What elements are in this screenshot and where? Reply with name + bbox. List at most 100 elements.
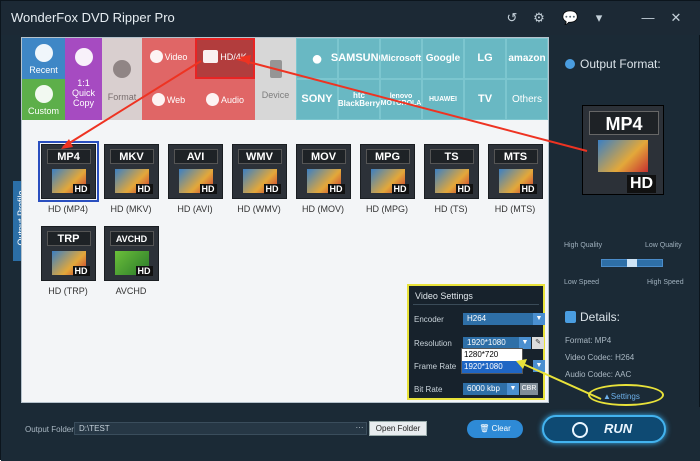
encoder-select[interactable]: H264 xyxy=(463,313,533,325)
chevron-down-icon[interactable]: ▼ xyxy=(533,360,545,372)
format-hd-ts[interactable]: TS HD HD (TS) xyxy=(421,144,481,214)
frame-rate-label: Frame Rate xyxy=(414,362,457,371)
hd-badge: HD xyxy=(263,184,281,194)
format-hd-mkv[interactable]: MKV HD HD (MKV) xyxy=(101,144,161,214)
title-bar: WonderFox DVD Ripper Pro ↺ ⚙ 💬 ▾ — ✕ xyxy=(1,1,700,35)
output-format-image[interactable]: MP4 HD xyxy=(582,105,664,195)
brand-microsoft[interactable]: Microsoft xyxy=(380,38,422,79)
category-quick-copy[interactable]: 1:1 Quick Copy xyxy=(65,38,102,120)
output-hd-badge: HD xyxy=(627,175,657,193)
minimize-button[interactable]: — xyxy=(641,11,655,25)
browse-button[interactable]: ··· xyxy=(352,422,367,435)
category-hd-4k-label: HD/4K xyxy=(220,52,247,62)
format-hd-mp4[interactable]: MP4 HD HD (MP4) xyxy=(37,141,99,214)
clear-button[interactable]: 🗑 Clear xyxy=(467,420,523,438)
bit-rate-label: Bit Rate xyxy=(414,385,443,394)
resolution-option[interactable]: 1280*720 xyxy=(462,349,522,361)
format-tag: MP4 xyxy=(46,149,91,164)
brand-sony[interactable]: SONY xyxy=(296,79,338,120)
resolution-option-selected[interactable]: 1920*1080 xyxy=(462,361,522,373)
format-label: AVCHD xyxy=(115,286,147,296)
details-icon xyxy=(565,311,576,323)
format-hd-wmv[interactable]: WMV HD HD (WMV) xyxy=(229,144,289,214)
brand-others[interactable]: Others xyxy=(506,79,548,120)
format-label: HD (TRP) xyxy=(48,286,88,296)
chevron-down-icon[interactable]: ▼ xyxy=(507,383,519,395)
category-device[interactable]: Device xyxy=(255,38,296,120)
format-hd-mov[interactable]: MOV HD HD (MOV) xyxy=(293,144,353,214)
brand-lg[interactable]: LG xyxy=(464,38,506,79)
hd-badge: HD xyxy=(391,184,409,194)
output-format-tag: MP4 xyxy=(589,111,659,135)
hd-badge: HD xyxy=(135,266,153,276)
slider-knob[interactable] xyxy=(627,259,637,267)
chevron-down-icon[interactable]: ▼ xyxy=(533,313,545,325)
format-hd-avi[interactable]: AVI HD HD (AVI) xyxy=(165,144,225,214)
format-hd-mts[interactable]: MTS HD HD (MTS) xyxy=(485,144,545,214)
format-thumb: TRP HD xyxy=(40,226,96,281)
category-audio[interactable]: Audio xyxy=(195,79,255,120)
format-hd-mpg[interactable]: MPG HD HD (MPG) xyxy=(357,144,417,214)
resolution-dropdown-list: 1280*720 1920*1080 xyxy=(461,348,523,374)
category-custom[interactable]: Custom xyxy=(22,79,65,120)
apple-icon: ● xyxy=(310,47,324,70)
app-title: WonderFox DVD Ripper Pro xyxy=(11,10,175,25)
format-thumb: MOV HD xyxy=(295,144,351,199)
format-label: HD (WMV) xyxy=(237,204,281,214)
format-tag: MTS xyxy=(493,149,538,164)
high-speed-label: High Speed xyxy=(647,279,684,286)
category-format-label: Format xyxy=(107,92,137,102)
bit-rate-select[interactable]: 6000 kbp xyxy=(463,383,509,395)
gear-icon xyxy=(34,85,53,103)
close-button[interactable]: ✕ xyxy=(669,11,683,25)
divider xyxy=(413,304,539,305)
format-tag: MKV xyxy=(109,149,154,164)
settings-gear-icon[interactable]: ⚙ xyxy=(532,11,546,25)
run-label: RUN xyxy=(604,421,633,436)
format-label: HD (MTS) xyxy=(494,204,536,214)
settings-highlight xyxy=(588,384,664,406)
format-tag: MPG xyxy=(365,149,410,164)
detail-video-codec: Video Codec: H264 xyxy=(565,353,635,362)
detail-format: Format: MP4 xyxy=(565,336,612,345)
output-folder-label: Output Folder: xyxy=(25,425,77,434)
format-avchd[interactable]: AVCHD HD AVCHD xyxy=(101,226,161,296)
run-button[interactable]: RUN xyxy=(542,415,666,443)
headphones-icon xyxy=(205,93,219,106)
brand-tv[interactable]: TV xyxy=(464,79,506,120)
output-folder-input[interactable]: D:\TEST xyxy=(74,422,367,435)
format-thumb: MP4 HD xyxy=(37,141,99,202)
category-quick-copy-label: 1:1 Quick Copy xyxy=(71,78,95,108)
category-video[interactable]: Video xyxy=(142,38,195,79)
category-web[interactable]: Web xyxy=(142,79,195,120)
brand-lenovo-motorola[interactable]: lenovo MOTOROLA xyxy=(380,79,422,120)
format-thumb: MPG HD xyxy=(359,144,415,199)
open-folder-button[interactable]: Open Folder xyxy=(369,421,427,436)
run-icon xyxy=(572,422,588,438)
globe-icon xyxy=(151,93,165,106)
quality-slider[interactable] xyxy=(601,259,663,267)
film-reel-icon xyxy=(598,140,648,172)
category-video-label: Video xyxy=(164,52,188,62)
format-label: HD (MPG) xyxy=(366,204,408,214)
brand-htc-blackberry[interactable]: htc BlackBerry xyxy=(338,79,380,120)
output-format-icon xyxy=(565,59,575,69)
brand-samsung[interactable]: SAMSUNG xyxy=(331,38,387,79)
brand-amazon[interactable]: amazon xyxy=(506,38,548,79)
brand-huawei[interactable]: HUAWEI xyxy=(422,79,464,120)
format-thumb: MTS HD xyxy=(487,144,543,199)
category-recent[interactable]: Recent xyxy=(22,38,65,79)
format-tag: AVI xyxy=(173,149,218,164)
category-format[interactable]: Format xyxy=(102,38,142,120)
edit-icon[interactable]: ✎ xyxy=(532,337,544,349)
cbr-toggle[interactable]: CBR xyxy=(520,383,538,395)
refresh-icon[interactable]: ↺ xyxy=(505,11,519,25)
feedback-icon[interactable]: 💬 xyxy=(562,11,578,25)
format-hd-trp[interactable]: TRP HD HD (TRP) xyxy=(38,226,98,296)
trash-icon: 🗑 xyxy=(479,424,492,433)
hd-badge: HD xyxy=(72,184,90,194)
brand-google[interactable]: Google xyxy=(422,38,464,79)
category-hd-4k[interactable]: HD/4K xyxy=(195,38,255,79)
menu-icon[interactable]: ▾ xyxy=(592,11,606,25)
detail-audio-codec: Audio Codec: AAC xyxy=(565,370,632,379)
